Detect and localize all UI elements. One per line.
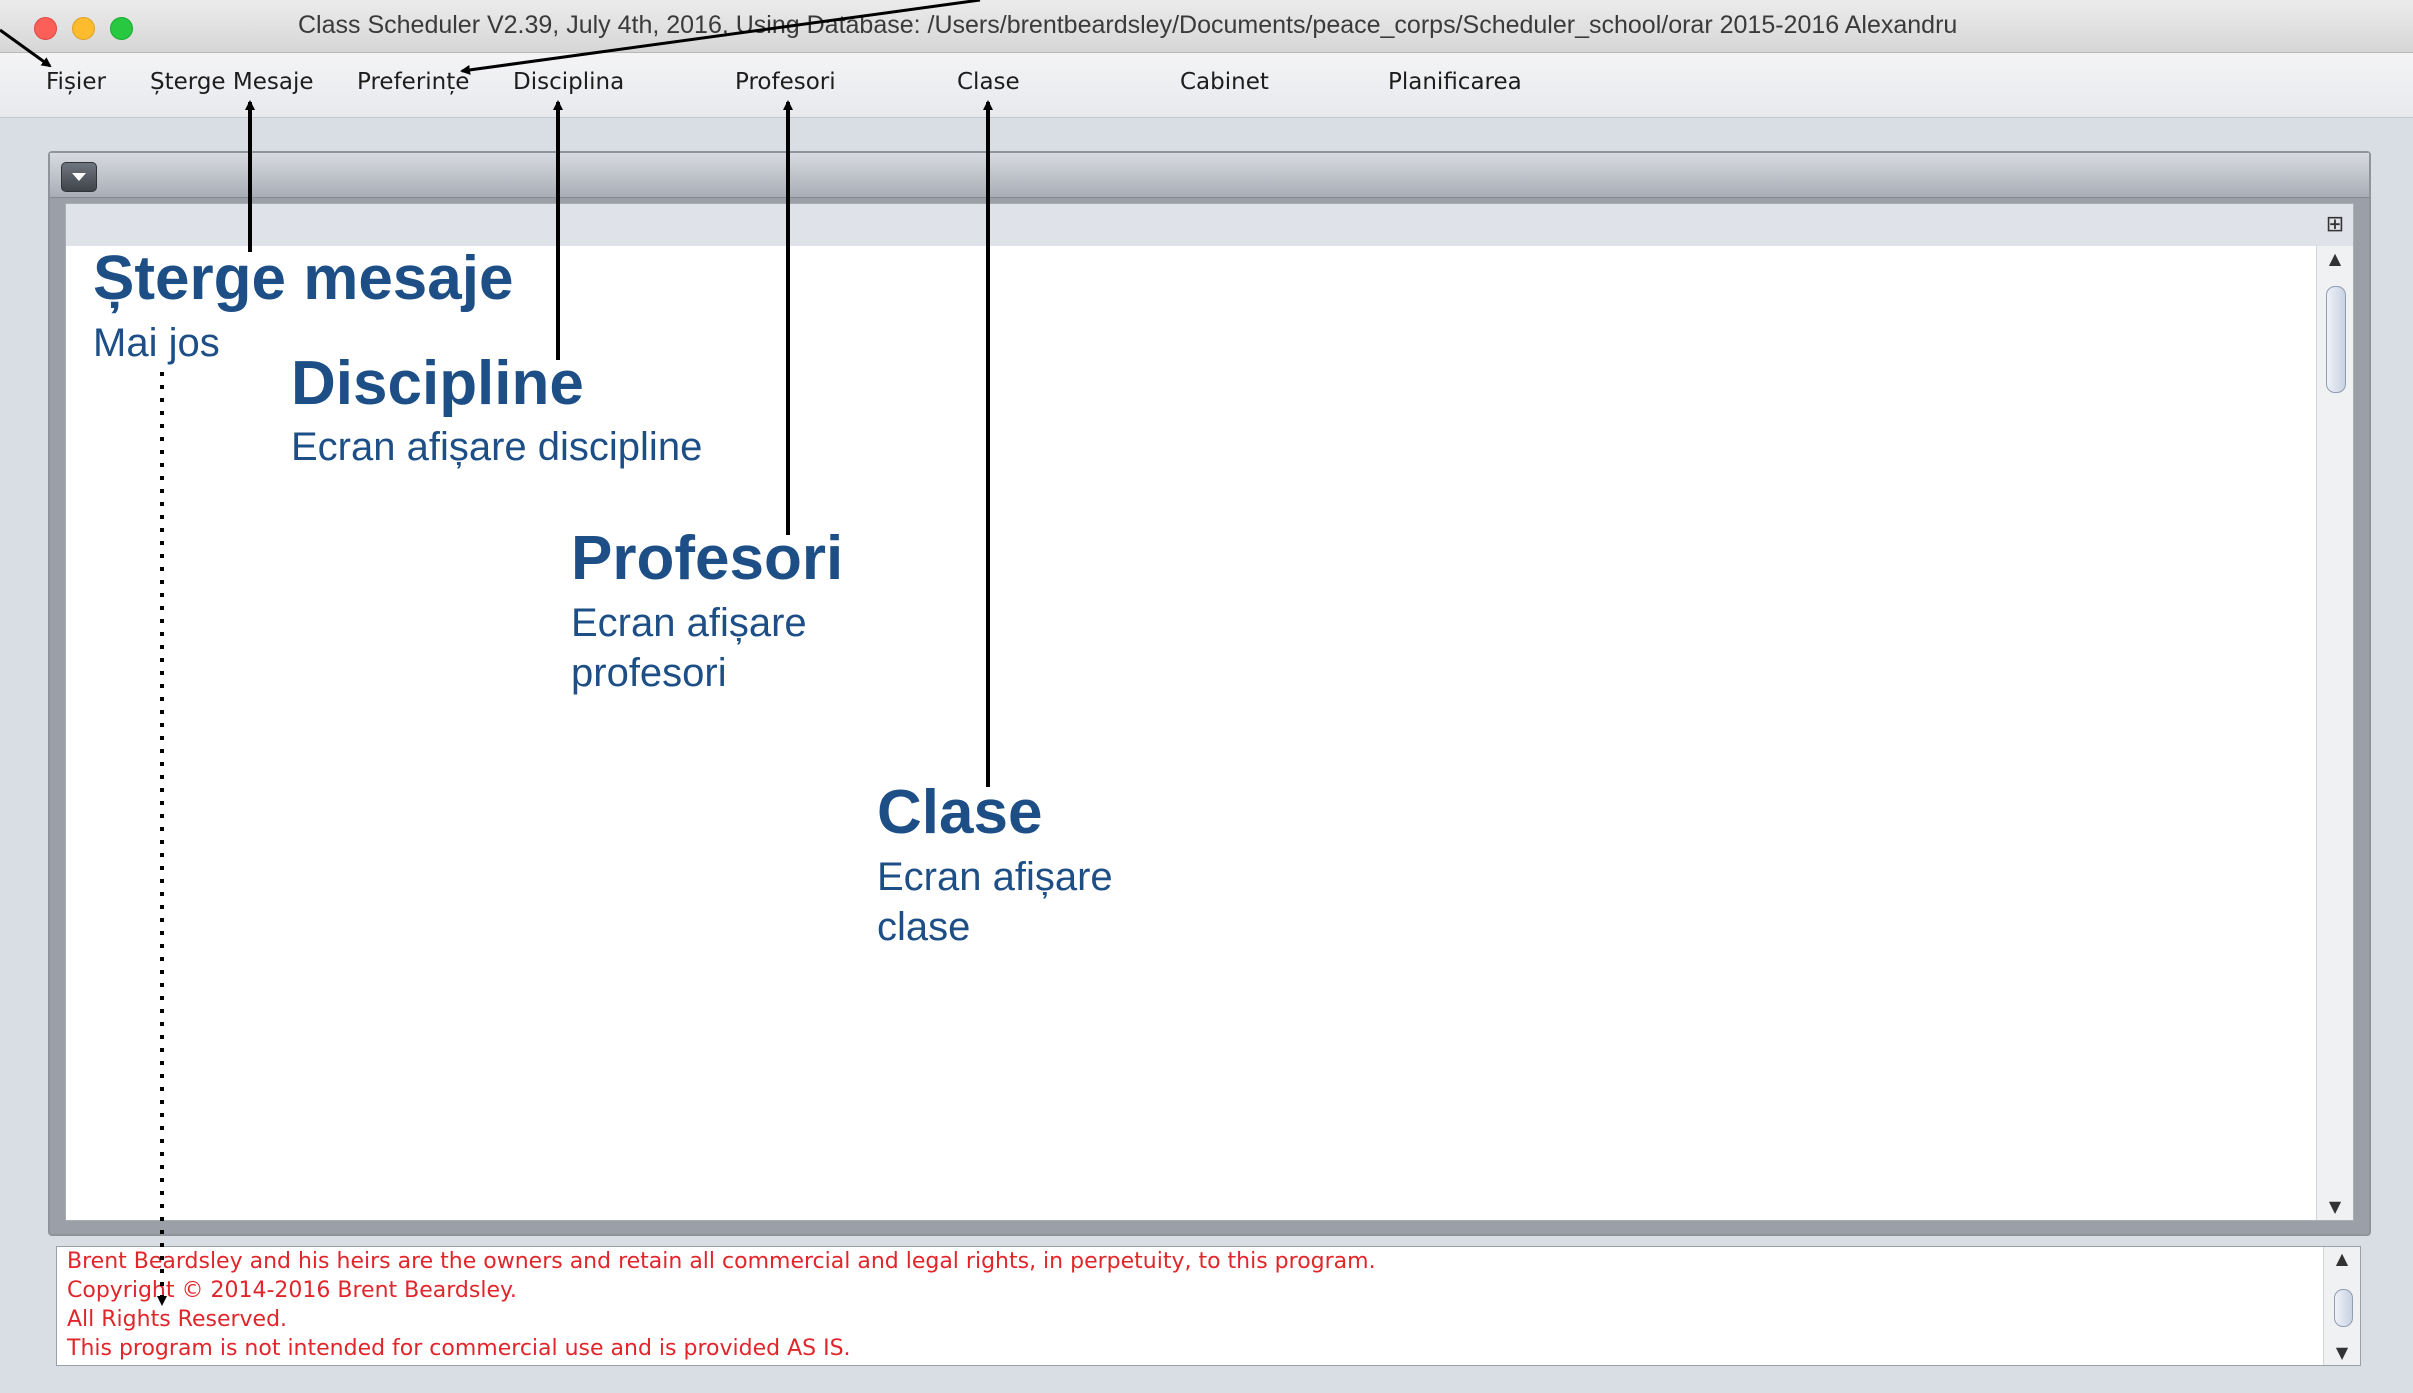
annotation-discipline-subtitle: Ecran afișare discipline [291,425,703,469]
content-toolstrip: ⊞ [66,204,2353,246]
internal-frame-header [50,153,2369,198]
menu-disciplina[interactable]: Disciplina [513,69,624,95]
collapse-arrow-icon[interactable] [61,162,97,192]
annotation-discipline-title: Discipline [291,349,584,418]
window-title: Class Scheduler V2.39, July 4th, 2016, U… [298,11,1958,39]
message-line: Brent Beardsley and his heirs are the ow… [67,1249,1376,1274]
menu-planificarea[interactable]: Planificarea [1388,69,1522,95]
annotation-profesori-subtitle-1: Ecran afișare [571,601,807,645]
menu-bar: Fișier Șterge Mesaje Preferințe Discipli… [0,53,2413,118]
annotation-clase-subtitle-1: Ecran afișare [877,855,1113,899]
menu-clase[interactable]: Clase [957,69,1020,95]
pin-icon[interactable]: ⊞ [2325,212,2345,238]
title-bar: Class Scheduler V2.39, July 4th, 2016, U… [0,0,2413,53]
annotation-sterge-subtitle: Mai jos [93,321,220,365]
scroll-up-icon[interactable]: ▲ [2317,246,2353,272]
annotation-profesori-title: Profesori [571,524,844,593]
menu-cabinet[interactable]: Cabinet [1180,69,1269,95]
internal-frame: ⊞ ▲ ▼ [48,151,2371,1236]
annotation-sterge-title: Șterge mesaje [93,244,514,313]
scroll-thumb[interactable] [2326,286,2346,393]
scroll-thumb[interactable] [2334,1289,2353,1327]
message-area[interactable]: Brent Beardsley and his heirs are the ow… [56,1246,2361,1366]
message-scrollbar[interactable]: ▲ ▼ [2323,1247,2360,1365]
scroll-down-icon[interactable]: ▼ [2324,1341,2360,1365]
menu-profesori[interactable]: Profesori [735,69,836,95]
message-line: This program is not intended for commerc… [67,1336,851,1361]
content-scrollbar[interactable]: ▲ ▼ [2316,246,2353,1220]
zoom-window-icon[interactable] [110,17,133,40]
scroll-up-icon[interactable]: ▲ [2324,1247,2360,1271]
menu-fisier[interactable]: Fișier [46,69,106,95]
annotation-profesori-subtitle-2: profesori [571,651,727,695]
menu-preferinte[interactable]: Preferințe [357,69,469,95]
menu-sterge-mesaje[interactable]: Șterge Mesaje [150,69,314,95]
annotation-clase-subtitle-2: clase [877,905,971,949]
close-window-icon[interactable] [34,17,57,40]
message-line: Copyright © 2014-2016 Brent Beardsley. [67,1278,517,1303]
scroll-down-icon[interactable]: ▼ [2317,1194,2353,1220]
minimize-window-icon[interactable] [72,17,95,40]
message-line: All Rights Reserved. [67,1307,288,1332]
annotation-clase-title: Clase [877,778,1043,847]
